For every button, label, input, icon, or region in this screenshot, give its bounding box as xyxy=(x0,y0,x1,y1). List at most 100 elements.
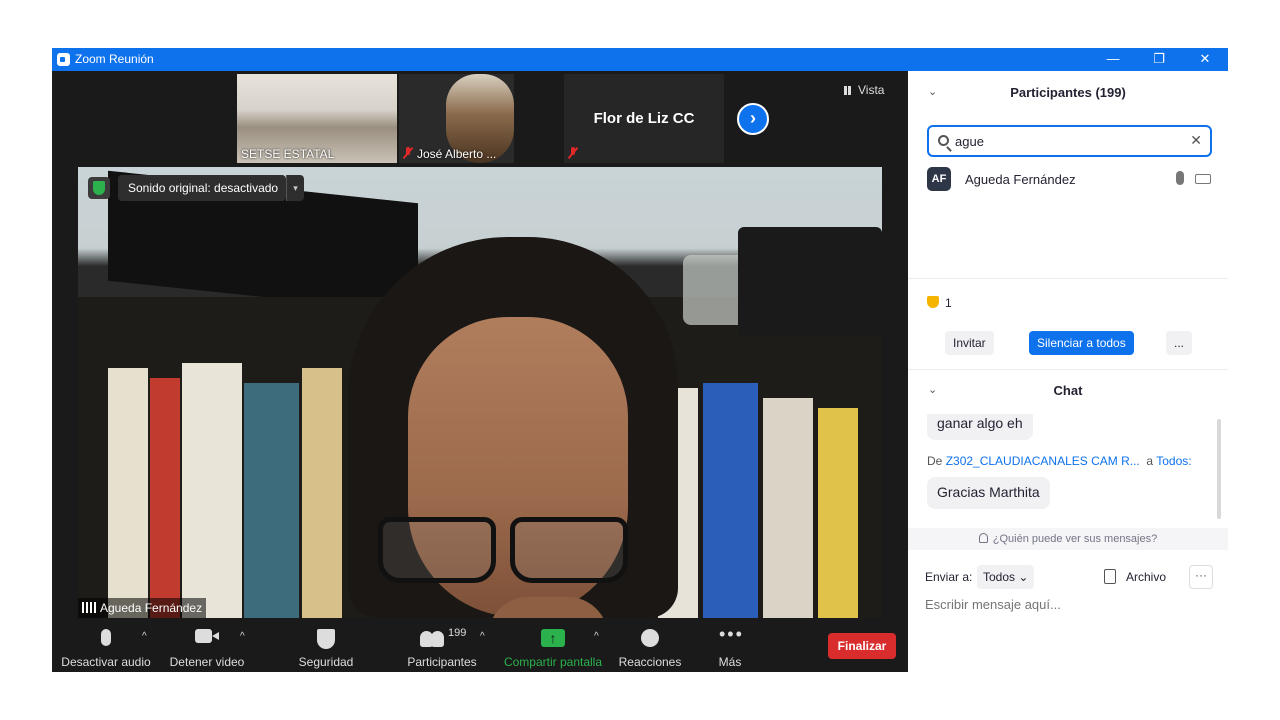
video-background xyxy=(302,368,342,618)
divider xyxy=(908,369,1228,370)
divider xyxy=(908,278,1228,279)
from-prefix: De xyxy=(927,454,943,468)
camera-icon xyxy=(195,629,219,643)
speaker-person xyxy=(378,517,628,587)
security-label: Seguridad xyxy=(298,655,354,669)
meeting-toolbar: ^ Desactivar audio ^ Detener video Segur… xyxy=(52,623,908,672)
mute-audio-label: Desactivar audio xyxy=(61,655,151,669)
chat-sender-line: De Z302_CLAUDIACANALES CAM R... a Todos: xyxy=(927,454,1192,468)
audio-options-caret[interactable]: ^ xyxy=(142,631,147,642)
file-icon[interactable] xyxy=(1104,569,1116,584)
shield-icon xyxy=(317,629,335,649)
window-title: Zoom Reunión xyxy=(75,52,154,66)
video-background xyxy=(244,383,299,618)
send-to-label: Enviar a: xyxy=(925,570,973,584)
title-bar: Zoom Reunión — ❐ ✕ xyxy=(52,48,1228,71)
chat-scrollbar[interactable] xyxy=(1217,419,1221,519)
mic-muted-icon xyxy=(403,147,413,159)
reactions-label: Reacciones xyxy=(618,655,682,669)
thumbnail-jose-alberto[interactable]: José Alberto ... xyxy=(399,74,514,163)
participant-search-box[interactable]: ✕ xyxy=(927,125,1212,157)
share-screen-label: Compartir pantalla xyxy=(503,655,603,669)
side-panel: ⌄ Participantes (199) ✕ AF Agueda Fernán… xyxy=(908,71,1228,672)
chat-recipient-link[interactable]: Todos: xyxy=(1156,454,1191,468)
chat-more-button[interactable]: ··· xyxy=(1189,565,1213,589)
share-options-caret[interactable]: ^ xyxy=(594,631,599,642)
stop-video-label: Detener video xyxy=(169,655,245,669)
grid-view-icon xyxy=(844,86,854,95)
connection-signal-icon xyxy=(82,602,96,613)
clear-search-icon[interactable]: ✕ xyxy=(1190,132,1202,149)
participants-icon xyxy=(420,629,444,647)
security-button[interactable]: Seguridad xyxy=(290,623,362,672)
video-background xyxy=(182,363,242,618)
send-to-dropdown[interactable]: Todos ⌄ xyxy=(977,565,1035,589)
participant-row[interactable]: AF Agueda Fernández xyxy=(927,167,1217,191)
person-icon xyxy=(978,533,988,543)
reactions-button[interactable]: Reacciones xyxy=(614,623,686,672)
video-background xyxy=(818,408,858,618)
send-to-row: Enviar a: Todos ⌄ Archivo ··· xyxy=(925,565,1215,589)
raised-hand-icon xyxy=(927,296,939,308)
participants-more-button[interactable]: ... xyxy=(1166,331,1193,355)
chat-message: Gracias Marthita xyxy=(927,477,1050,509)
who-can-see-messages[interactable]: ¿Quién puede ver sus mensajes? xyxy=(908,528,1228,550)
speaker-person xyxy=(348,237,678,618)
thumbnail-name: SETSE ESTATAL xyxy=(241,147,335,161)
participants-button[interactable]: 199 ^ Participantes xyxy=(392,623,492,672)
chat-sender-link[interactable]: Z302_CLAUDIACANALES CAM R... xyxy=(946,454,1140,468)
camera-icon[interactable] xyxy=(1195,174,1211,184)
invite-button[interactable]: Invitar xyxy=(945,331,994,355)
video-background xyxy=(108,368,148,618)
smiley-icon xyxy=(641,629,659,647)
mute-audio-button[interactable]: ^ Desactivar audio xyxy=(58,623,154,672)
next-page-button[interactable]: › xyxy=(737,103,769,135)
file-button[interactable]: Archivo xyxy=(1126,570,1166,584)
video-background xyxy=(150,378,180,618)
thumbnail-name-row xyxy=(568,147,582,161)
thumbnail-setse-estatal[interactable]: SETSE ESTATAL xyxy=(237,74,397,163)
original-sound-dropdown[interactable]: ▾ xyxy=(286,175,304,201)
participant-name: Agueda Fernández xyxy=(965,172,1076,187)
more-dots-icon: ••• xyxy=(719,624,744,644)
view-button[interactable]: Vista xyxy=(844,83,884,97)
speaker-video: Sonido original: desactivado ▾ Agueda Fe… xyxy=(78,167,882,618)
participants-options-caret[interactable]: ^ xyxy=(480,631,485,642)
video-background xyxy=(703,383,758,618)
stop-video-button[interactable]: ^ Detener video xyxy=(164,623,250,672)
thumbnail-flor-de-liz[interactable]: Flor de Liz CC xyxy=(564,74,724,163)
close-button[interactable]: ✕ xyxy=(1182,48,1228,71)
zoom-window: Zoom Reunión — ❐ ✕ SETSE ESTATAL José Al… xyxy=(52,48,1228,672)
restore-button[interactable]: ❐ xyxy=(1136,48,1182,71)
raised-hands-number: 1 xyxy=(945,296,952,310)
chat-title: Chat xyxy=(1053,383,1083,398)
participants-count: 199 xyxy=(448,627,467,639)
view-label: Vista xyxy=(858,83,885,97)
thumbnail-name: José Alberto ... xyxy=(417,147,497,161)
chat-message: ganar algo eh xyxy=(927,414,1033,440)
video-options-caret[interactable]: ^ xyxy=(240,631,245,642)
speaker-name-tag: Agueda Fernández xyxy=(78,598,207,618)
minimize-button[interactable]: — xyxy=(1090,48,1136,71)
chat-messages: ganar algo eh De Z302_CLAUDIACANALES CAM… xyxy=(908,414,1228,527)
participant-search-input[interactable] xyxy=(955,131,1175,151)
meeting-area: SETSE ESTATAL José Alberto ... Flor de L… xyxy=(52,71,908,672)
video-background xyxy=(738,227,882,337)
original-sound-toggle[interactable]: Sonido original: desactivado xyxy=(118,175,287,201)
encryption-shield-icon[interactable] xyxy=(88,177,110,199)
chat-message-input[interactable] xyxy=(925,593,1205,615)
microphone-icon[interactable] xyxy=(1176,171,1184,185)
participants-header: ⌄ Participantes (199) xyxy=(908,81,1228,107)
more-label: Más xyxy=(718,655,742,669)
chat-header: ⌄ Chat xyxy=(908,379,1228,405)
thumbnail-name-row: José Alberto ... xyxy=(403,147,496,161)
end-meeting-button[interactable]: Finalizar xyxy=(828,633,896,659)
raised-hands-count: 1 xyxy=(927,296,952,310)
mute-all-button[interactable]: Silenciar a todos xyxy=(1029,331,1134,355)
zoom-app-icon xyxy=(57,53,70,66)
to-prefix: a xyxy=(1146,454,1154,468)
speaker-name: Agueda Fernández xyxy=(100,601,203,615)
share-screen-button[interactable]: ↑ ^ Compartir pantalla xyxy=(502,623,604,672)
more-button[interactable]: ••• Más xyxy=(698,623,762,672)
video-background xyxy=(763,398,813,618)
